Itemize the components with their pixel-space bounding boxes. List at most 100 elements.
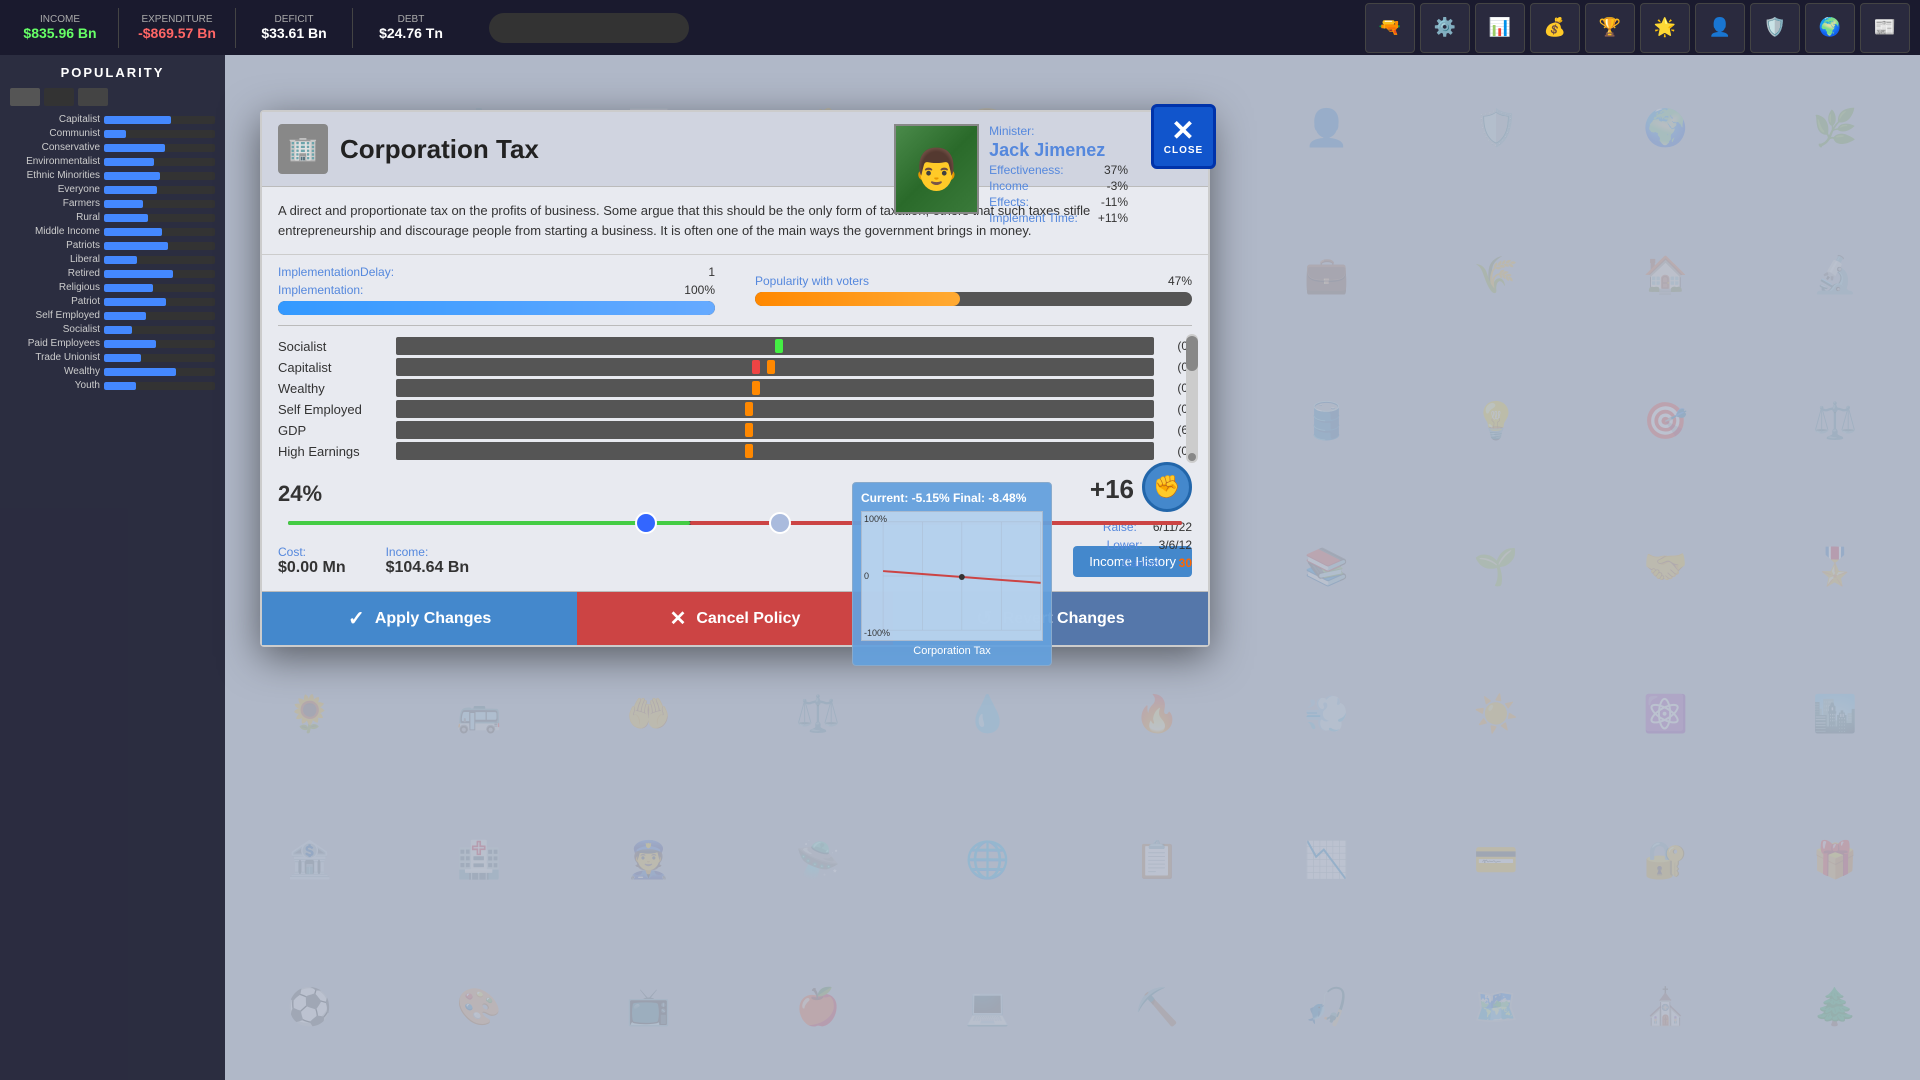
bg-icon-brief: 💼	[1242, 201, 1412, 347]
popularity-bar-row: Patriots	[10, 240, 215, 251]
pop-bar-fill	[104, 256, 137, 264]
sidebar-toggle-2[interactable]	[44, 88, 74, 106]
cancel-policy-button[interactable]: ✕ Cancel Policy	[577, 592, 892, 645]
population-icon-btn[interactable]: ⚙️	[1420, 3, 1470, 53]
voter-bar-capitalist	[396, 358, 1154, 376]
news-icon-btn[interactable]: 📰	[1860, 3, 1910, 53]
bg-icon-leaf: 🌿	[1751, 55, 1920, 201]
voters-icon-btn[interactable]: 👤	[1695, 3, 1745, 53]
pop-label: Conservative	[10, 142, 100, 153]
voter-row-high-earnings: High Earnings (0)	[278, 442, 1192, 460]
effectiveness-label: Effectiveness:	[989, 163, 1063, 177]
apply-label: Apply Changes	[375, 610, 491, 628]
pop-label: Religious	[10, 282, 100, 293]
pop-bar-bg	[104, 228, 215, 236]
effectiveness-row: Effectiveness: 37%	[989, 163, 1128, 177]
expenditure-value: -$869.57 Bn	[138, 25, 216, 41]
bg-icon-media: 📺	[564, 934, 734, 1080]
effects-value: -11%	[1101, 195, 1128, 209]
popularity-row: Popularity with voters 47%	[755, 274, 1192, 288]
voter-indicator-gdp	[745, 423, 753, 437]
voter-scrollbar-thumb[interactable]	[1186, 336, 1198, 371]
rating-badge: +16	[1090, 474, 1134, 505]
bg-icon-globe: 🌍	[1581, 55, 1751, 201]
pop-bar-fill	[104, 368, 176, 376]
map-icon-btn[interactable]: 🌍	[1805, 3, 1855, 53]
popularity-bar-row: Everyone	[10, 184, 215, 195]
voter-indicator-self-employed	[745, 402, 753, 416]
stat-divider-2	[235, 8, 236, 48]
chart-label-neg100: -100%	[864, 628, 890, 638]
voter-indicator-wealthy	[752, 381, 760, 395]
security-icon-btn[interactable]: 🛡️	[1750, 3, 1800, 53]
voter-label-self-employed: Self Employed	[278, 402, 388, 417]
bg-icon-military: 🎖️	[1751, 494, 1920, 640]
pop-bar-fill	[104, 200, 143, 208]
popularity-bar-row: Trade Unionist	[10, 352, 215, 363]
bg-icon-sport: ⚽	[225, 934, 395, 1080]
voter-effects-section: Socialist (0) Capitalist (0) Wealthy (0)	[262, 326, 1208, 471]
scrollbar-bottom-btn[interactable]	[1188, 453, 1196, 461]
pop-label: Liberal	[10, 254, 100, 265]
pop-label: Youth	[10, 380, 100, 391]
voter-scrollbar[interactable]	[1186, 334, 1198, 463]
popularity-bar-fill	[755, 292, 960, 306]
bg-icon-growth: 📉	[1242, 787, 1412, 933]
dialog-header: 🏢 Corporation Tax 👨 Minister: Jack Jimen…	[262, 112, 1208, 187]
voter-row-gdp: GDP (6)	[278, 421, 1192, 439]
pop-label: Patriots	[10, 240, 100, 251]
popularity-group: Popularity with voters 47%	[755, 274, 1192, 306]
lower-row: Lower: 3/6/12	[1107, 538, 1192, 552]
policy-icon-btn[interactable]: 🔫	[1365, 3, 1415, 53]
pop-bar-bg	[104, 242, 215, 250]
voter-label-capitalist: Capitalist	[278, 360, 388, 375]
top-bar: INCOME $835.96 Bn EXPENDITURE -$869.57 B…	[0, 0, 1920, 55]
pop-label: Middle Income	[10, 226, 100, 237]
voter-indicator-socialist	[775, 339, 783, 353]
popularity-bar-row: Conservative	[10, 142, 215, 153]
close-button[interactable]: ✕ CLOSE	[1151, 104, 1216, 169]
slider-thumb-secondary[interactable]	[769, 512, 791, 534]
stat-divider	[118, 8, 119, 48]
corporation-tax-dialog: ✕ CLOSE 🏢 Corporation Tax 👨 Minister: Ja…	[260, 110, 1210, 647]
pop-bar-fill	[104, 298, 166, 306]
popularity-bar-row: Wealthy	[10, 366, 215, 377]
pop-bar-bg	[104, 354, 215, 362]
implement-time-value: +11%	[1098, 211, 1128, 225]
pop-bar-bg	[104, 200, 215, 208]
pop-bar-bg	[104, 130, 215, 138]
voter-label-socialist: Socialist	[278, 339, 388, 354]
ministers-icon-btn[interactable]: 🌟	[1640, 3, 1690, 53]
bg-icon-bulb: 💡	[1412, 348, 1582, 494]
popularity-bar-row: Retired	[10, 268, 215, 279]
chart-label-0: 0	[864, 571, 869, 581]
bg-icon-wheat: 🌾	[1412, 201, 1582, 347]
achievements-icon-btn[interactable]: 🏆	[1585, 3, 1635, 53]
implement-time-row: Implement Time: +11%	[989, 211, 1128, 225]
bg-icon-internet: 🌐	[903, 787, 1073, 933]
pop-bar-bg	[104, 326, 215, 334]
stats-icon-btn[interactable]: 📊	[1475, 3, 1525, 53]
implementation-group: ImplementationDelay: 1 Implementation: 1…	[278, 265, 715, 315]
game-timer[interactable]	[489, 13, 689, 43]
bg-icon-edu: 📚	[1242, 494, 1412, 640]
apply-changes-button[interactable]: ✓ Apply Changes	[262, 592, 577, 645]
debt-stat: DEBT $24.76 Tn	[361, 14, 461, 41]
voter-label-wealthy: Wealthy	[278, 381, 388, 396]
popularity-bar-row: Ethnic Minorities	[10, 170, 215, 181]
deficit-value: $33.61 Bn	[261, 25, 326, 41]
pop-label: Patriot	[10, 296, 100, 307]
pop-bar-bg	[104, 368, 215, 376]
finance-icon-btn[interactable]: 💰	[1530, 3, 1580, 53]
pop-bar-bg	[104, 312, 215, 320]
pop-label: Capitalist	[10, 114, 100, 125]
slider-thumb-main[interactable]	[635, 512, 657, 534]
pop-bar-fill	[104, 186, 157, 194]
sidebar-toggle-1[interactable]	[10, 88, 40, 106]
pop-bar-bg	[104, 298, 215, 306]
close-label: CLOSE	[1164, 145, 1203, 156]
pop-label: Environmentalist	[10, 156, 100, 167]
chart-svg	[862, 512, 1042, 640]
close-x-icon: ✕	[1171, 117, 1195, 145]
sidebar-toggle-3[interactable]	[78, 88, 108, 106]
